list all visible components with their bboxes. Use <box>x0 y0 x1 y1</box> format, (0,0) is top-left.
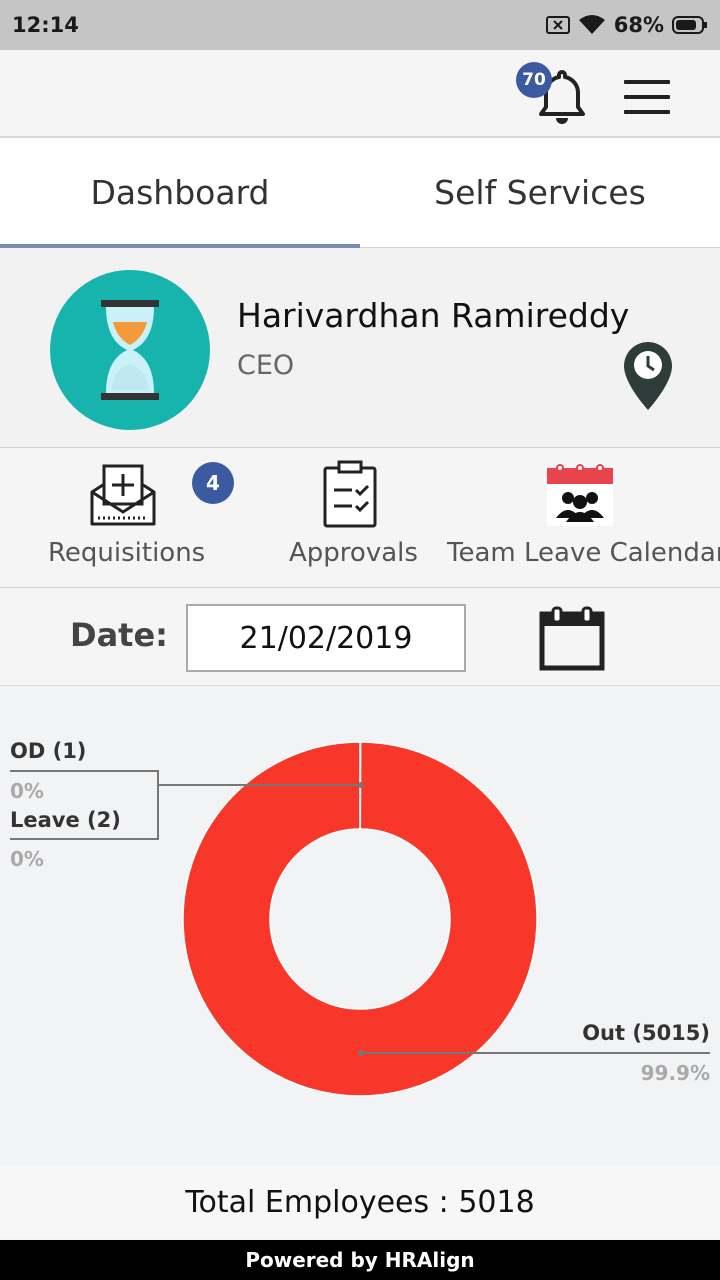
menu-bar <box>624 95 670 99</box>
date-label: Date: <box>70 616 168 654</box>
profile-role: CEO <box>237 350 295 381</box>
approvals-button[interactable]: Approvals <box>280 448 420 588</box>
chart-percent-leave: 0% <box>10 847 44 871</box>
date-input[interactable]: 21/02/2019 <box>186 604 466 672</box>
app-header: 70 <box>0 50 720 138</box>
no-sim-icon <box>545 16 570 34</box>
battery-icon <box>672 16 707 34</box>
avatar[interactable] <box>50 270 210 430</box>
menu-button[interactable] <box>624 80 670 114</box>
clock: 12:14 <box>12 13 79 37</box>
requisitions-label: Requisitions <box>48 538 206 568</box>
calendar-icon[interactable] <box>538 606 606 672</box>
requisitions-badge: 4 <box>192 462 234 504</box>
wifi-icon <box>578 15 605 34</box>
profile-card: Harivardhan Ramireddy CEO <box>0 248 720 448</box>
envelope-plus-icon <box>90 464 156 526</box>
date-filter: Date: 21/02/2019 <box>0 588 720 686</box>
donut-svg <box>10 741 710 1097</box>
total-employees: Total Employees : 5018 <box>0 1165 720 1239</box>
tab-dashboard[interactable]: Dashboard <box>0 138 360 248</box>
leader-dot <box>358 782 364 788</box>
tab-bar: Dashboard Self Services <box>0 138 720 248</box>
donut-slice-out[interactable] <box>182 741 538 1097</box>
notification-badge: 70 <box>516 62 552 98</box>
clipboard-check-icon <box>323 460 377 528</box>
chart-percent-od: 0% <box>10 779 44 803</box>
leader-dot <box>358 1050 364 1056</box>
tab-self-services[interactable]: Self Services <box>360 138 720 247</box>
requisitions-button[interactable]: 4 Requisitions <box>40 448 234 588</box>
quick-actions: 4 Requisitions Approvals Team Leave Cale… <box>0 448 720 588</box>
attendance-donut-chart: OD (1) 0% Leave (2) 0% Out (5015) 99.9% <box>0 689 720 1165</box>
chart-label-out: Out (5015) <box>582 1021 710 1045</box>
menu-bar <box>624 80 670 84</box>
menu-bar <box>624 110 670 114</box>
team-leave-calendar-label: Team Leave Calendar <box>447 538 720 568</box>
team-leave-calendar-button[interactable]: Team Leave Calendar <box>440 448 720 588</box>
hourglass-icon <box>101 300 159 400</box>
status-bar: 12:14 68% <box>0 0 720 50</box>
battery-percent: 68% <box>613 13 664 37</box>
chart-percent-out: 99.9% <box>640 1061 710 1085</box>
status-icons: 68% <box>545 13 708 37</box>
profile-name: Harivardhan Ramireddy <box>237 296 630 335</box>
chart-label-leave: Leave (2) <box>10 808 121 832</box>
approvals-label: Approvals <box>289 538 418 568</box>
chart-label-od: OD (1) <box>10 739 87 763</box>
location-clock-icon[interactable] <box>618 340 678 412</box>
footer-powered-by: Powered by HRAlign <box>0 1240 720 1280</box>
team-calendar-icon <box>547 464 613 526</box>
